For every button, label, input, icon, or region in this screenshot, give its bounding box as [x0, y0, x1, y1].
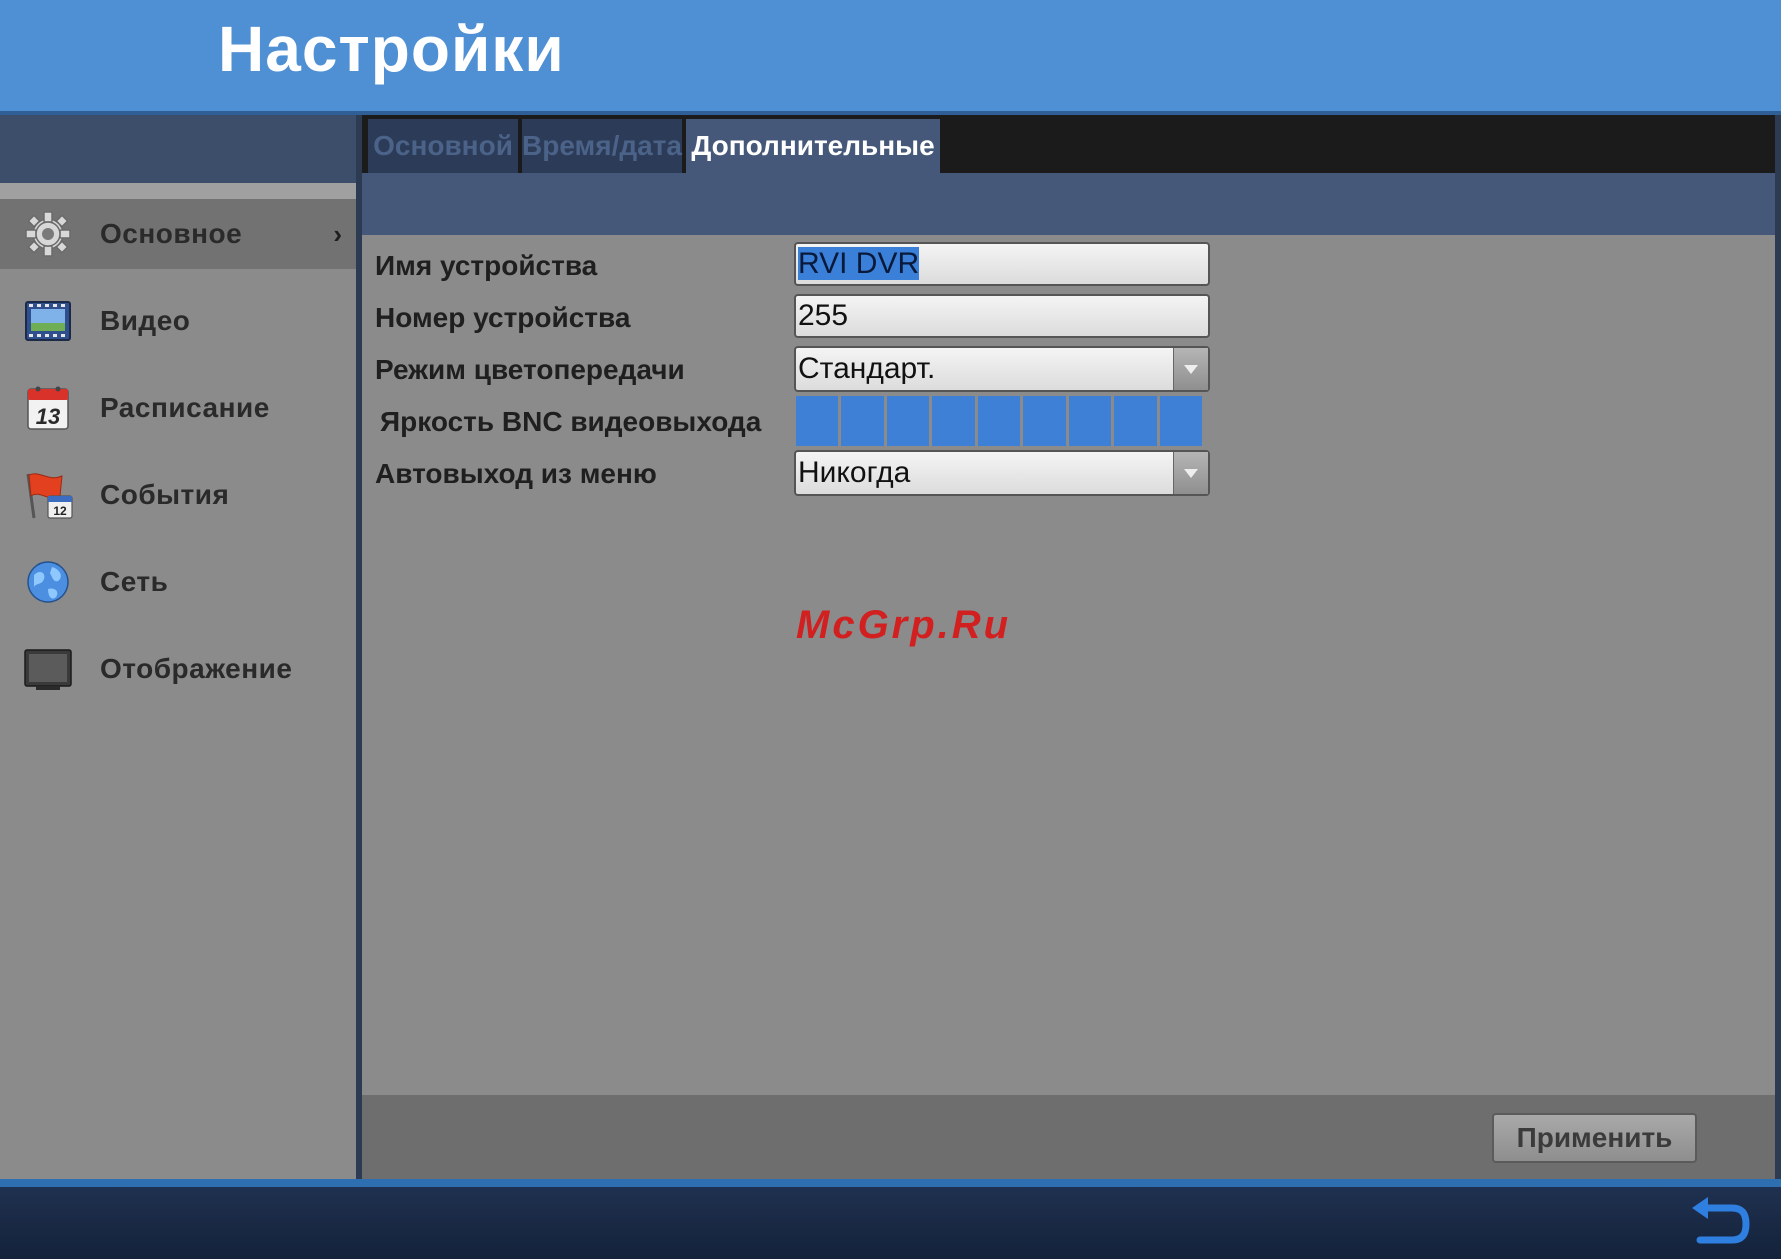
sidebar-item-network[interactable]: Сеть [0, 547, 356, 617]
sidebar-item-label: Видео [100, 305, 191, 336]
chevron-right-icon: › [333, 218, 342, 249]
tab-subheader [362, 173, 1781, 235]
events-icon-number: 12 [53, 504, 67, 518]
page-title: Настройки [218, 13, 565, 85]
sidebar-item-video[interactable]: Видео [0, 286, 356, 356]
sidebar-header [0, 115, 356, 183]
right-edge [1775, 115, 1781, 1179]
apply-button[interactable]: Применить [1492, 1113, 1697, 1163]
bnc-brightness-slider[interactable] [796, 396, 1202, 446]
video-icon [25, 301, 71, 341]
tab-advanced[interactable]: Дополнительные [686, 119, 940, 173]
device-name-label: Имя устройства [375, 250, 598, 281]
chevron-down-icon[interactable] [1173, 452, 1208, 494]
brightness-segment[interactable] [1023, 396, 1066, 446]
chevron-down-icon[interactable] [1173, 348, 1208, 390]
tab-basic[interactable]: Основной [368, 119, 518, 173]
events-flag-icon: 12 [26, 473, 73, 519]
calendar-icon-number: 13 [36, 404, 60, 429]
sidebar-item-general[interactable]: Основное › [0, 199, 356, 269]
gear-icon [25, 211, 71, 257]
sidebar-item-events[interactable]: 12 События [0, 460, 356, 530]
brightness-segment[interactable] [977, 396, 1021, 446]
brightness-segment[interactable] [932, 396, 975, 446]
color-mode-value: Стандарт. [798, 352, 936, 385]
calendar-icon: 13 [27, 386, 69, 430]
brightness-segment[interactable] [841, 396, 884, 446]
color-mode-label: Режим цветопередачи [375, 354, 685, 385]
sidebar-item-label: Отображение [100, 653, 293, 684]
sidebar: Основное › Видео 13 Расписание 12 Событи… [0, 199, 356, 1179]
bottom-divider [0, 1179, 1781, 1187]
sidebar-item-label: События [100, 479, 230, 510]
menu-timeout-label: Автовыход из меню [375, 458, 657, 489]
bottom-bar [0, 1187, 1781, 1259]
back-arrow-icon[interactable] [1682, 1194, 1752, 1254]
menu-timeout-select[interactable]: Никогда [794, 450, 1210, 496]
device-number-label: Номер устройства [375, 302, 631, 333]
sidebar-item-schedule[interactable]: 13 Расписание [0, 373, 356, 443]
brightness-segment[interactable] [796, 396, 839, 446]
sidebar-item-display[interactable]: Отображение [0, 634, 356, 704]
sidebar-item-label: Сеть [100, 566, 169, 597]
tab-time-date[interactable]: Время/дата [522, 119, 682, 173]
network-globe-icon [27, 561, 69, 603]
device-name-value: RVI DVR [798, 247, 920, 280]
color-mode-select[interactable]: Стандарт. [794, 346, 1210, 392]
brightness-segment[interactable] [1159, 396, 1202, 446]
watermark-text: McGrp.Ru [796, 603, 1012, 647]
device-number-field[interactable]: 255 [794, 294, 1210, 338]
display-monitor-icon [24, 649, 72, 690]
brightness-segment[interactable] [886, 396, 930, 446]
menu-timeout-value: Никогда [798, 456, 911, 489]
sidebar-item-label: Основное [100, 218, 243, 249]
brightness-segment[interactable] [1114, 396, 1157, 446]
device-name-field[interactable]: RVI DVR [794, 242, 1210, 286]
sidebar-strip [0, 183, 356, 199]
bnc-brightness-label: Яркость BNC видеовыхода [380, 406, 762, 437]
sidebar-item-label: Расписание [100, 392, 270, 423]
tab-bar: Основной Время/дата Дополнительные [362, 115, 1781, 173]
brightness-segment[interactable] [1068, 396, 1112, 446]
